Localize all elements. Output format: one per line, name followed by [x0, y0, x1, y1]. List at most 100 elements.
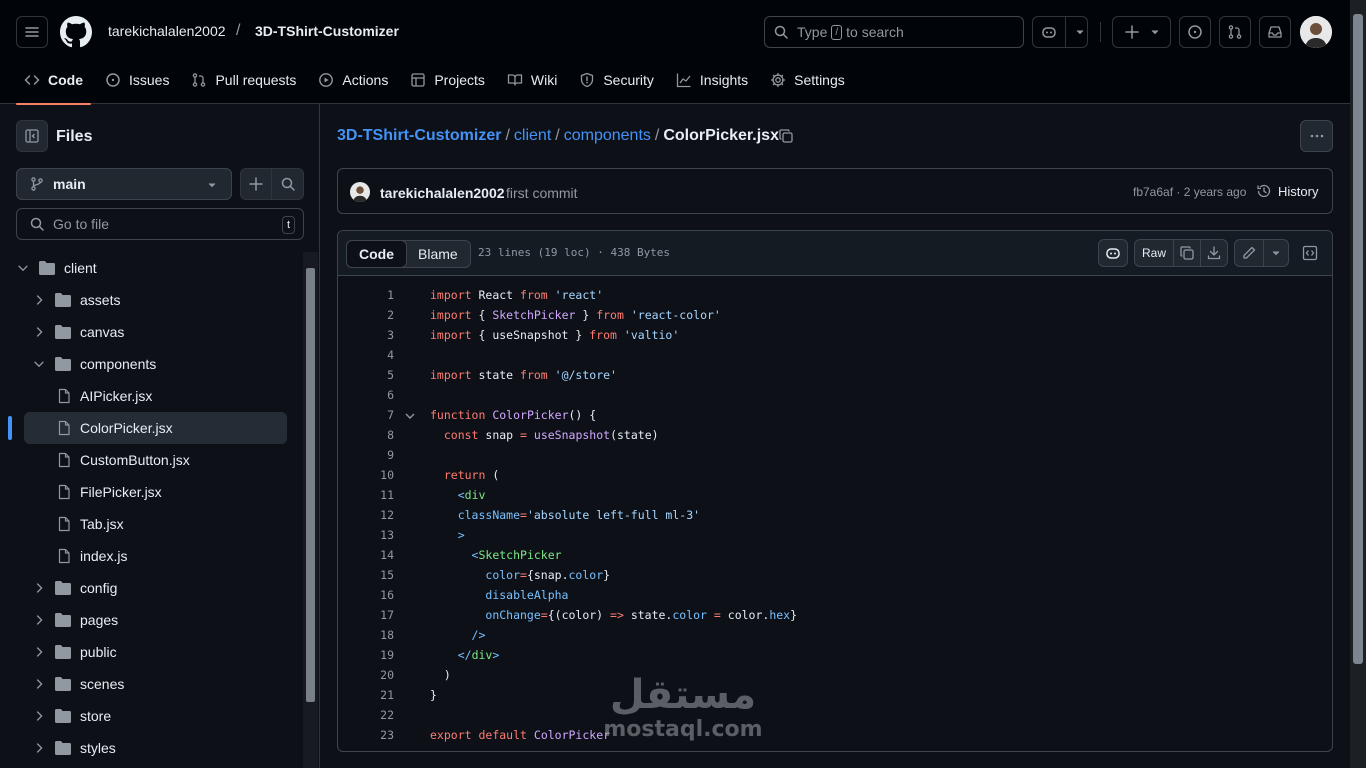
- download-button[interactable]: [1200, 239, 1228, 267]
- tab-settings[interactable]: Settings: [762, 64, 853, 104]
- tab-insights[interactable]: Insights: [668, 64, 756, 104]
- line-number[interactable]: 13: [338, 528, 394, 542]
- line-number[interactable]: 18: [338, 628, 394, 642]
- repo-name-link[interactable]: 3D-TShirt-Customizer: [255, 23, 399, 39]
- chevron-right-icon[interactable]: [32, 581, 46, 595]
- page-scrollbar[interactable]: [1350, 0, 1366, 768]
- github-logo-icon[interactable]: [60, 16, 92, 48]
- scrollbar-thumb[interactable]: [306, 268, 315, 702]
- chevron-down-icon[interactable]: [32, 357, 46, 371]
- tree-folder[interactable]: components: [0, 348, 300, 380]
- page-scrollbar-thumb[interactable]: [1353, 14, 1363, 664]
- chevron-down-icon[interactable]: [16, 261, 30, 275]
- branch-selector[interactable]: main: [16, 168, 232, 200]
- line-number[interactable]: 14: [338, 548, 394, 562]
- line-number[interactable]: 11: [338, 488, 394, 502]
- chevron-right-icon[interactable]: [32, 325, 46, 339]
- pull-requests-button[interactable]: [1219, 16, 1251, 48]
- chevron-right-icon[interactable]: [32, 709, 46, 723]
- line-number[interactable]: 4: [338, 348, 394, 362]
- tab-pull-requests[interactable]: Pull requests: [183, 64, 304, 104]
- line-number[interactable]: 5: [338, 368, 394, 382]
- line-number[interactable]: 16: [338, 588, 394, 602]
- inbox-button[interactable]: [1259, 16, 1291, 48]
- tab-code[interactable]: Code: [16, 64, 91, 105]
- tree-folder[interactable]: public: [0, 636, 300, 668]
- tree-file[interactable]: ColorPicker.jsx: [24, 412, 287, 444]
- chevron-right-icon[interactable]: [32, 293, 46, 307]
- edit-file-button[interactable]: [1234, 239, 1264, 267]
- line-number[interactable]: 15: [338, 568, 394, 582]
- tab-actions[interactable]: Actions: [310, 64, 396, 104]
- line-number[interactable]: 10: [338, 468, 394, 482]
- edit-options-dropdown[interactable]: [1263, 239, 1289, 267]
- tree-folder[interactable]: canvas: [0, 316, 300, 348]
- fold-chevron-icon[interactable]: [404, 410, 416, 422]
- copy-path-icon[interactable]: [778, 128, 794, 144]
- commit-message[interactable]: first commit: [506, 185, 578, 201]
- line-number[interactable]: 17: [338, 608, 394, 622]
- tab-issues[interactable]: Issues: [97, 64, 177, 104]
- copy-raw-button[interactable]: [1173, 239, 1201, 267]
- menu-button[interactable]: [16, 16, 48, 48]
- commit-meta[interactable]: fb7a6af · 2 years ago: [1133, 185, 1246, 199]
- search-files-button[interactable]: [271, 168, 304, 200]
- chevron-right-icon[interactable]: [32, 613, 46, 627]
- chevron-right-icon[interactable]: [32, 677, 46, 691]
- line-number[interactable]: 12: [338, 508, 394, 522]
- issues-button[interactable]: [1179, 16, 1211, 48]
- line-number[interactable]: 21: [338, 688, 394, 702]
- raw-button[interactable]: Raw: [1134, 239, 1174, 267]
- commit-author[interactable]: tarekichalalen2002: [380, 185, 505, 201]
- user-avatar[interactable]: [1300, 16, 1332, 48]
- line-number[interactable]: 7: [338, 408, 394, 422]
- tab-security[interactable]: Security: [571, 64, 662, 104]
- chevron-right-icon[interactable]: [32, 741, 46, 755]
- copilot-ask-button[interactable]: [1098, 239, 1128, 267]
- tree-folder[interactable]: assets: [0, 284, 300, 316]
- tab-wiki[interactable]: Wiki: [499, 64, 565, 104]
- breadcrumb-client[interactable]: client: [514, 127, 551, 144]
- tree-file[interactable]: Tab.jsx: [0, 508, 300, 540]
- code-view-tab[interactable]: Code: [346, 240, 407, 268]
- tree-folder[interactable]: pages: [0, 604, 300, 636]
- tree-folder[interactable]: styles: [0, 732, 300, 764]
- go-to-file-input[interactable]: Go to file t: [16, 208, 304, 240]
- tree-file[interactable]: index.js: [0, 540, 300, 572]
- tree-file[interactable]: CustomButton.jsx: [0, 444, 300, 476]
- tree-file[interactable]: AIPicker.jsx: [0, 380, 300, 412]
- line-number[interactable]: 3: [338, 328, 394, 342]
- create-new-button[interactable]: [1112, 16, 1171, 48]
- line-number[interactable]: 8: [338, 428, 394, 442]
- repo-owner-link[interactable]: tarekichalalen2002: [108, 23, 226, 39]
- tree-folder[interactable]: config: [0, 572, 300, 604]
- line-number[interactable]: 9: [338, 448, 394, 462]
- tab-projects[interactable]: Projects: [402, 64, 493, 104]
- chevron-right-icon[interactable]: [32, 645, 46, 659]
- line-number[interactable]: 1: [338, 288, 394, 302]
- history-button[interactable]: History: [1256, 183, 1318, 199]
- code-text: }: [430, 688, 437, 702]
- tree-folder[interactable]: scenes: [0, 668, 300, 700]
- symbols-panel-button[interactable]: [1296, 239, 1324, 267]
- line-number[interactable]: 2: [338, 308, 394, 322]
- line-number[interactable]: 19: [338, 648, 394, 662]
- breadcrumb-components[interactable]: components: [564, 127, 651, 144]
- line-number[interactable]: 6: [338, 388, 394, 402]
- breadcrumb-repo[interactable]: 3D-TShirt-Customizer: [337, 127, 501, 144]
- sidebar-scrollbar[interactable]: [303, 252, 318, 768]
- line-number[interactable]: 20: [338, 668, 394, 682]
- search-input[interactable]: Type / to search: [764, 16, 1024, 48]
- tree-folder[interactable]: client: [0, 252, 300, 284]
- code-text: import { SketchPicker } from 'react-colo…: [430, 308, 721, 322]
- collapse-sidebar-button[interactable]: [16, 120, 48, 152]
- line-number[interactable]: 22: [338, 708, 394, 722]
- line-number[interactable]: 23: [338, 728, 394, 742]
- blame-view-tab[interactable]: Blame: [406, 241, 470, 267]
- more-options-button[interactable]: [1300, 120, 1333, 152]
- tree-folder[interactable]: store: [0, 700, 300, 732]
- commit-author-avatar[interactable]: [350, 182, 370, 202]
- copilot-button[interactable]: [1032, 16, 1088, 48]
- add-file-button[interactable]: [240, 168, 272, 200]
- tree-file[interactable]: FilePicker.jsx: [0, 476, 300, 508]
